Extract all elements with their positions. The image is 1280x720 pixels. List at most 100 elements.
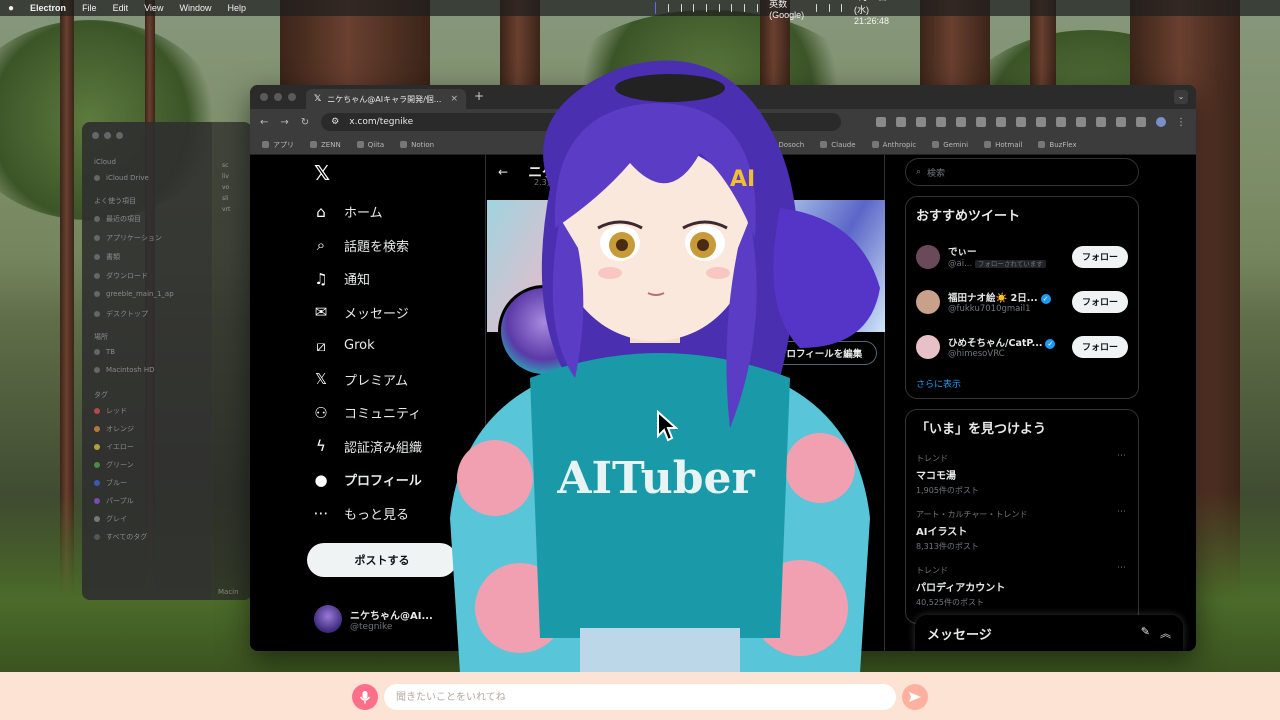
follow-button[interactable]: フォロー: [1071, 245, 1128, 268]
suggested-user[interactable]: 福田ナオ絵☀️ 2日... ✓ @fukku7010gmail1 フォロー: [916, 279, 1128, 324]
bookmark[interactable]: ChatGPT: [710, 141, 751, 149]
extension-icon[interactable]: [956, 117, 966, 127]
extension-icon[interactable]: [916, 117, 926, 127]
suggested-user[interactable]: ひめそちゃん/CatP... ✓ @himesoVRC フォロー: [916, 324, 1128, 369]
file-row[interactable]: vrt: [216, 206, 252, 217]
extension-icon[interactable]: [1016, 117, 1026, 127]
nav-premium[interactable]: 𝕏 プレミアム: [312, 363, 422, 397]
file-row[interactable]: liv: [216, 173, 252, 184]
tag-gray[interactable]: グレイ: [94, 514, 127, 524]
nav-verified-orgs[interactable]: ϟ 認証済み組織: [312, 430, 422, 464]
nav-profile[interactable]: ● プロフィール: [312, 463, 422, 497]
nav-messages[interactable]: ✉ メッセージ: [312, 296, 422, 330]
trend-item[interactable]: トレンド パロディアカウント 40,525件のポスト ⋯: [916, 559, 1128, 615]
compose-message-icon[interactable]: ✎: [1141, 625, 1150, 641]
battery-icon[interactable]: [816, 4, 817, 12]
extension-icon[interactable]: [1136, 117, 1146, 127]
finder-item[interactable]: TB: [94, 348, 115, 356]
extension-icon[interactable]: [876, 117, 886, 127]
status-icon[interactable]: [743, 4, 745, 12]
bookmark[interactable]: Dosoch: [767, 141, 804, 149]
file-row[interactable]: sli: [216, 195, 252, 206]
extension-icon[interactable]: [976, 117, 986, 127]
messages-drawer[interactable]: メッセージ ✎ ︽: [915, 615, 1183, 651]
bookmark[interactable]: Anthropic: [872, 141, 917, 149]
send-button[interactable]: [902, 684, 928, 710]
menu-edit[interactable]: Edit: [113, 3, 129, 13]
bookmark[interactable]: Claude: [820, 141, 855, 149]
more-options-icon[interactable]: ⋯: [1117, 451, 1126, 461]
search-icon[interactable]: [828, 4, 830, 12]
menu-view[interactable]: View: [144, 3, 163, 13]
status-icon[interactable]: [718, 4, 720, 12]
zoom-dot[interactable]: [288, 93, 296, 101]
bookmark[interactable]: BuzFlex: [1038, 141, 1076, 149]
apple-icon[interactable]: ●: [8, 3, 14, 14]
expand-icon[interactable]: ︽: [1160, 625, 1171, 641]
show-more-link[interactable]: さらに表示: [916, 377, 1128, 390]
nav-more[interactable]: ⋯ もっと見る: [312, 497, 422, 531]
app-menu[interactable]: Electron: [30, 3, 66, 13]
reload-icon[interactable]: ↻: [301, 117, 309, 128]
status-icon[interactable]: [680, 4, 682, 12]
all-tags[interactable]: すべてのタグ: [94, 532, 147, 542]
finder-item[interactable]: iCloud Drive: [94, 174, 149, 182]
nav-grok[interactable]: ⧄ Grok: [312, 329, 422, 363]
follow-button[interactable]: フォロー: [1071, 335, 1128, 358]
file-row[interactable]: vo: [216, 184, 252, 195]
extension-icon[interactable]: [1036, 117, 1046, 127]
screen-share-icon[interactable]: [655, 2, 657, 14]
finder-item[interactable]: 最近の項目: [94, 214, 141, 224]
extension-icon[interactable]: [1076, 117, 1086, 127]
control-center-icon[interactable]: [841, 4, 843, 12]
finder-item[interactable]: 書類: [94, 252, 120, 262]
search-box[interactable]: ⌕ 検索: [905, 158, 1139, 186]
chat-input[interactable]: [384, 684, 896, 710]
x-logo-icon[interactable]: 𝕏: [314, 161, 330, 185]
bookmark[interactable]: アプリ: [262, 140, 294, 150]
follow-button[interactable]: フォロー: [1071, 290, 1128, 313]
menu-window[interactable]: Window: [179, 3, 211, 13]
more-options-icon[interactable]: ⋯: [1117, 507, 1126, 517]
clock[interactable]: 1月15日(水) 21:26:48: [854, 0, 889, 26]
forward-icon[interactable]: →: [280, 117, 288, 128]
tag-purple[interactable]: パープル: [94, 496, 134, 506]
bookmark[interactable]: Qiita: [357, 141, 384, 149]
new-tab-icon[interactable]: +: [474, 89, 484, 103]
more-options-icon[interactable]: ⋯: [1117, 563, 1126, 573]
status-icon[interactable]: [668, 4, 669, 12]
status-icon[interactable]: [731, 4, 732, 12]
extension-icon[interactable]: [996, 117, 1006, 127]
tag-red[interactable]: レッド: [94, 406, 127, 416]
extension-icon[interactable]: [1096, 117, 1106, 127]
input-source[interactable]: 英数 (Google): [769, 0, 804, 20]
finder-item[interactable]: アプリケーション: [94, 233, 162, 243]
edit-profile-button[interactable]: プロフィールを編集: [762, 341, 878, 365]
finder-window[interactable]: iCloud iCloud Drive よく使う項目 最近の項目 アプリケーショ…: [82, 122, 252, 600]
trend-item[interactable]: アート・カルチャー・トレンド AIイラスト 8,313件のポスト ⋯: [916, 503, 1128, 559]
finder-item[interactable]: Macintosh HD: [94, 366, 155, 374]
site-info-icon[interactable]: ⚙: [331, 117, 339, 127]
mic-button[interactable]: [352, 684, 378, 710]
menu-file[interactable]: File: [82, 3, 97, 13]
status-icon[interactable]: [693, 4, 694, 12]
bookmark[interactable]: Notion: [400, 141, 434, 149]
profile-avatar[interactable]: [498, 285, 590, 377]
bookmark[interactable]: Gemini: [932, 141, 968, 149]
tag-green[interactable]: グリーン: [94, 460, 134, 470]
tag-orange[interactable]: オレンジ: [94, 424, 134, 434]
zoom-dot[interactable]: [116, 132, 123, 139]
close-dot[interactable]: [92, 132, 99, 139]
suggested-user[interactable]: でぃー @ai... フォローされています フォロー: [916, 234, 1128, 279]
finder-item[interactable]: デスクトップ: [94, 309, 148, 319]
trend-item[interactable]: トレンド マコモ湯 1,905件のポスト ⋯: [916, 447, 1128, 503]
minimize-dot[interactable]: [274, 93, 282, 101]
nav-home[interactable]: ⌂ ホーム: [312, 195, 422, 229]
nav-communities[interactable]: ⚇ コミュニティ: [312, 396, 422, 430]
address-bar[interactable]: ⚙ x.com/tegnike: [321, 113, 842, 131]
extension-icon[interactable]: [1056, 117, 1066, 127]
minimize-dot[interactable]: [104, 132, 111, 139]
extension-icon[interactable]: [896, 117, 906, 127]
nav-explore[interactable]: ⌕ 話題を検索: [312, 229, 422, 263]
close-dot[interactable]: [260, 93, 268, 101]
